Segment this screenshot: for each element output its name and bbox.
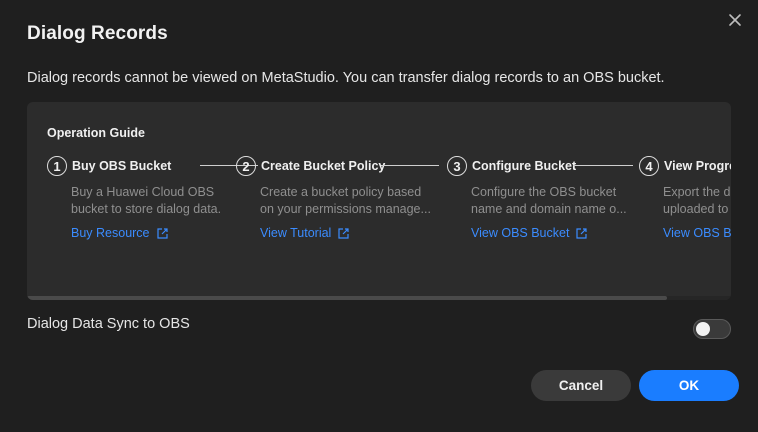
- step-connector-line: [573, 165, 633, 166]
- step-number: 1: [47, 156, 67, 176]
- link-label: View OBS Bucket: [663, 226, 731, 240]
- link-label: View Tutorial: [260, 226, 332, 240]
- step-number: 4: [639, 156, 659, 176]
- link-label: Buy Resource: [71, 226, 150, 240]
- close-icon[interactable]: [726, 11, 744, 29]
- step-number: 2: [236, 156, 256, 176]
- operation-guide-title: Operation Guide: [47, 126, 145, 140]
- guide-step-3: 3 Configure Bucket Configure the OBS buc…: [447, 156, 637, 276]
- view-obs-bucket-link[interactable]: View OBS Bucket: [471, 226, 588, 240]
- sync-toggle[interactable]: [693, 319, 731, 339]
- external-link-icon: [338, 227, 349, 239]
- step-connector-line: [381, 165, 439, 166]
- step-description-line: on your permissions manage...: [260, 202, 431, 216]
- step-description-line: Export the dialog data: [663, 185, 731, 199]
- external-link-icon: [156, 227, 168, 239]
- dialog-records-dialog: Dialog Records Dialog records cannot be …: [0, 0, 758, 432]
- horizontal-scrollbar[interactable]: [27, 296, 731, 300]
- step-header: 3 Configure Bucket: [447, 156, 576, 176]
- step-header: 1 Buy OBS Bucket: [47, 156, 171, 176]
- dialog-title: Dialog Records: [27, 23, 168, 44]
- step-description: Create a bucket policy based on your per…: [260, 184, 431, 218]
- dialog-description: Dialog records cannot be viewed on MetaS…: [27, 70, 665, 86]
- step-header: 2 Create Bucket Policy: [236, 156, 385, 176]
- step-description: Buy a Huawei Cloud OBS bucket to store d…: [71, 184, 221, 218]
- step-description-line: uploaded to the OBS bucket.: [663, 202, 731, 216]
- scrollbar-thumb[interactable]: [27, 296, 667, 300]
- external-link-icon: [576, 227, 588, 239]
- step-number: 3: [447, 156, 467, 176]
- guide-step-1: 1 Buy OBS Bucket Buy a Huawei Cloud OBS …: [47, 156, 258, 276]
- step-header: 4 View Progress: [639, 156, 731, 176]
- step-description-line: Configure the OBS bucket: [471, 185, 617, 199]
- view-tutorial-link[interactable]: View Tutorial: [260, 226, 350, 240]
- link-label: View OBS Bucket: [471, 226, 570, 240]
- operation-guide-panel: Operation Guide 1 Buy OBS Bucket Buy a H…: [27, 102, 731, 300]
- step-description: Export the dialog data uploaded to the O…: [663, 184, 731, 218]
- guide-step-4: 4 View Progress Export the dialog data u…: [639, 156, 731, 276]
- step-name: View Progress: [664, 159, 731, 173]
- ok-button[interactable]: OK: [639, 370, 739, 401]
- step-description-line: bucket to store dialog data.: [71, 202, 222, 216]
- step-description-line: Buy a Huawei Cloud OBS: [71, 185, 215, 199]
- guide-step-2: 2 Create Bucket Policy Create a bucket p…: [236, 156, 446, 276]
- step-name: Create Bucket Policy: [261, 159, 386, 173]
- buy-resource-link[interactable]: Buy Resource: [71, 226, 169, 240]
- step-description-line: Create a bucket policy based: [260, 185, 422, 199]
- cancel-button[interactable]: Cancel: [531, 370, 631, 401]
- step-description: Configure the OBS bucket name and domain…: [471, 184, 627, 218]
- sync-label: Dialog Data Sync to OBS: [27, 316, 190, 332]
- view-obs-bucket-link-2[interactable]: View OBS Bucket: [663, 226, 731, 240]
- toggle-knob: [696, 322, 710, 336]
- step-name: Configure Bucket: [472, 159, 577, 173]
- step-description-line: name and domain name o...: [471, 202, 627, 216]
- step-name: Buy OBS Bucket: [72, 159, 172, 173]
